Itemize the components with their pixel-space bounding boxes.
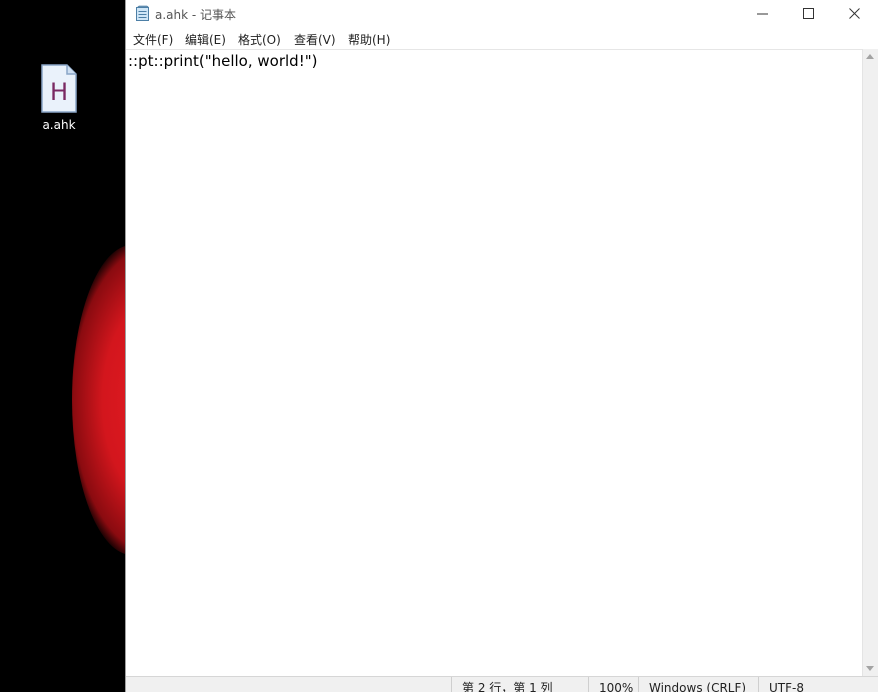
ahk-file-letter: H [50,78,68,106]
vertical-scrollbar[interactable] [862,49,878,676]
status-line-ending: Windows (CRLF) [638,677,749,692]
minimize-button[interactable] [740,0,786,28]
close-button[interactable] [832,0,878,28]
scroll-up-arrow-icon[interactable] [866,54,874,59]
notepad-window: a.ahk - 记事本 文件(F) 编辑(E) 格式(O) 查看(V) 帮助(H… [125,0,878,692]
menu-edit[interactable]: 编辑(E) [185,31,226,48]
desktop-file-a-ahk[interactable]: H a.ahk [26,64,92,132]
menu-help[interactable]: 帮助(H) [348,31,390,48]
text-editor-area[interactable]: ::pt::print("hello, world!") [126,49,863,677]
menu-file[interactable]: 文件(F) [133,31,173,48]
ahk-file-icon: H [41,64,77,113]
scroll-down-arrow-icon[interactable] [866,666,874,671]
menu-bar: 文件(F) 编辑(E) 格式(O) 查看(V) 帮助(H) [126,28,878,48]
notepad-app-icon [136,5,149,21]
maximize-icon [803,8,814,19]
status-cursor-position: 第 2 行，第 1 列 [451,677,597,692]
maximize-button[interactable] [786,0,832,28]
window-title: a.ahk - 记事本 [155,8,237,22]
editor-content[interactable]: ::pt::print("hello, world!") [128,52,317,70]
wallpaper-red-shape [72,245,125,555]
desktop: H a.ahk [0,0,125,692]
menu-view[interactable]: 查看(V) [294,31,336,48]
status-bar: 第 2 行，第 1 列 100% Windows (CRLF) UTF-8 [126,676,878,692]
status-encoding: UTF-8 [758,677,869,692]
menu-format[interactable]: 格式(O) [238,31,281,48]
minimize-icon [757,13,768,15]
title-bar[interactable]: a.ahk - 记事本 [126,0,878,28]
status-zoom: 100% [588,677,639,692]
close-icon [849,8,860,19]
desktop-icon-label: a.ahk [42,118,76,132]
